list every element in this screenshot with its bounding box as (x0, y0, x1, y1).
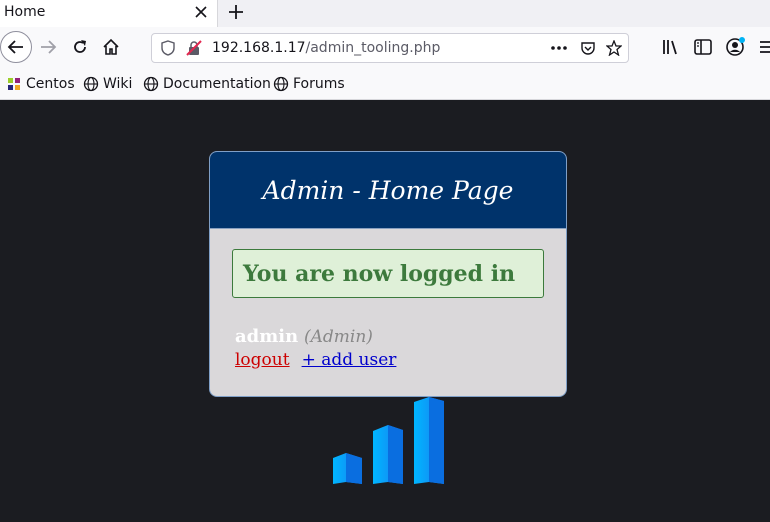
bookmark-label: Forums (293, 76, 345, 92)
tab-bar: Home (0, 0, 770, 27)
back-arrow-icon (7, 40, 23, 54)
user-info: admin (Admin) (235, 326, 373, 347)
back-button[interactable] (0, 31, 32, 63)
insecure-connection-icon[interactable] (186, 40, 202, 56)
home-icon (103, 38, 119, 55)
globe-icon (273, 76, 289, 92)
reload-icon (74, 40, 86, 53)
logout-link[interactable]: logout (235, 350, 290, 370)
bookmark-forums[interactable]: Forums (273, 75, 345, 93)
more-actions-icon[interactable] (550, 40, 567, 56)
forward-arrow-icon (41, 40, 57, 54)
menu-icon[interactable] (758, 37, 770, 57)
page-title: Admin - Home Page (262, 175, 514, 205)
user-role: (Admin) (303, 327, 373, 347)
bookmark-centos[interactable]: Centos (6, 75, 75, 93)
bookmark-label: Wiki (103, 76, 133, 92)
reload-button[interactable] (66, 33, 94, 61)
bookmarks-bar: Centos Wiki Documentation Forums (0, 69, 770, 100)
url-bar[interactable]: 192.168.1.17/admin_tooling.php (151, 33, 629, 63)
globe-icon (83, 76, 99, 92)
library-icon[interactable] (661, 37, 681, 57)
bookmark-star-icon[interactable] (605, 39, 623, 57)
close-tab-icon[interactable] (192, 3, 210, 21)
url-path: /admin_tooling.php (305, 40, 441, 56)
url-text: 192.168.1.17/admin_tooling.php (212, 40, 440, 56)
globe-icon (143, 76, 159, 92)
username: admin (235, 326, 299, 347)
account-icon[interactable] (725, 37, 745, 57)
nav-bar: 192.168.1.17/admin_tooling.php (0, 27, 770, 69)
forward-button[interactable] (34, 33, 62, 61)
card-header: Admin - Home Page (210, 152, 566, 229)
pocket-icon[interactable] (580, 40, 596, 56)
bookmark-label: Documentation (163, 76, 271, 92)
bookmark-wiki[interactable]: Wiki (83, 75, 132, 93)
bookmark-documentation[interactable]: Documentation (143, 75, 271, 93)
add-user-link[interactable]: + add user (302, 350, 397, 370)
home-button[interactable] (97, 33, 125, 61)
bookmark-label: Centos (26, 76, 75, 92)
sidebar-icon[interactable] (693, 37, 713, 57)
new-tab-icon[interactable] (226, 2, 246, 22)
shield-icon[interactable] (160, 40, 176, 56)
tab-title: Home (4, 4, 46, 20)
url-host: 192.168.1.17 (212, 40, 306, 56)
browser-tab[interactable]: Home (0, 0, 218, 27)
success-message: You are now logged in (243, 260, 516, 287)
centos-icon (8, 78, 20, 90)
action-links: logout + add user (235, 350, 396, 370)
admin-card: Admin - Home Page You are now logged in … (209, 151, 567, 397)
bar-logo-icon (333, 397, 444, 484)
success-message-box: You are now logged in (232, 249, 544, 298)
